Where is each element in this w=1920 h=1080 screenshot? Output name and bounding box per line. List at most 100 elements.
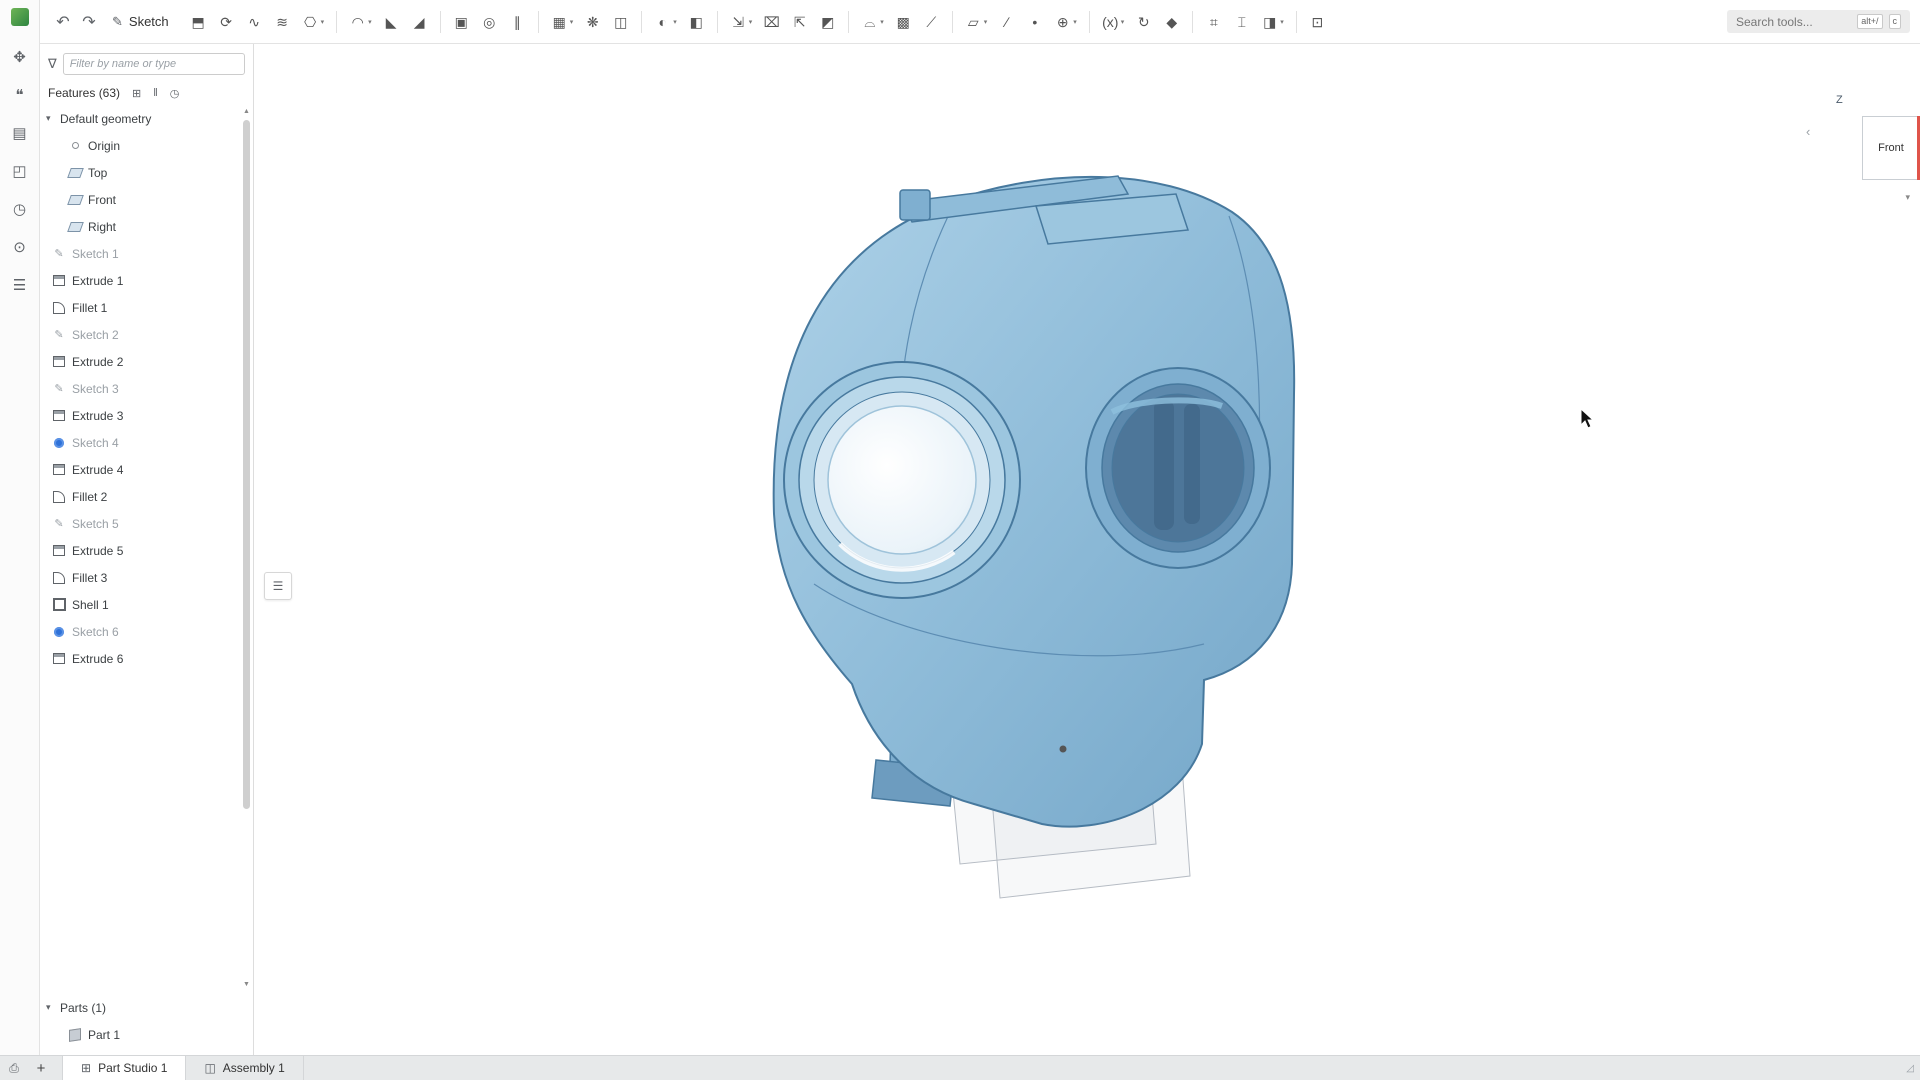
plane-icon[interactable]: ▱▾ — [960, 9, 993, 35]
tab-assembly-1[interactable]: ◫Assembly 1 — [186, 1056, 303, 1080]
rollback-icon[interactable]: ◷ — [170, 87, 180, 100]
model-right-opening[interactable] — [1086, 368, 1270, 568]
chevron-down-icon[interactable]: ▾ — [1280, 18, 1284, 26]
chevron-down-icon[interactable]: ▾ — [984, 18, 988, 26]
rib-icon[interactable]: ∥ — [504, 9, 531, 35]
feature-tree-item[interactable]: Origin — [40, 132, 253, 159]
graphics-viewport[interactable]: ☰ Z ‹ Front ▾ — [254, 44, 1920, 1056]
transform-icon[interactable]: ⇲▾ — [725, 9, 758, 35]
scrollbar-thumb[interactable] — [243, 120, 250, 809]
scroll-down-icon[interactable]: ▼ — [241, 980, 252, 990]
view-cube-menu-icon[interactable]: ▾ — [1905, 192, 1910, 203]
feature-tree-item[interactable]: Fillet 2 — [40, 483, 253, 510]
part-model-3d[interactable] — [254, 44, 1920, 1054]
model-left-lens[interactable] — [784, 362, 1020, 598]
feature-tree-item[interactable]: Fillet 3 — [40, 564, 253, 591]
chevron-down-icon[interactable]: ▾ — [1073, 18, 1077, 26]
scroll-up-icon[interactable]: ▲ — [241, 107, 252, 117]
feature-tree-item[interactable]: Top — [40, 159, 253, 186]
feature-tree-item[interactable]: Extrude 6 — [40, 645, 253, 672]
chamfer-icon[interactable]: ◣ — [378, 9, 405, 35]
feature-tree-item[interactable]: ▾Default geometry — [40, 105, 253, 132]
feature-tree-item[interactable]: Sketch 3 — [40, 375, 253, 402]
extrude-icon[interactable]: ⬒ — [185, 9, 212, 35]
chevron-down-icon[interactable]: ▾ — [880, 18, 884, 26]
redo-button[interactable]: ↷ — [76, 8, 102, 36]
feature-tree-item[interactable]: Sketch 5 — [40, 510, 253, 537]
shell-icon[interactable]: ▣ — [448, 9, 475, 35]
feature-list-flyout-button[interactable]: ☰ — [264, 572, 292, 600]
tab-part-studio-1[interactable]: ⊞Part Studio 1 — [62, 1056, 186, 1080]
chevron-down-icon[interactable]: ▾ — [749, 18, 753, 26]
feature-tree-item[interactable]: Sketch 4 — [40, 429, 253, 456]
feature-filter-input[interactable] — [63, 53, 245, 75]
move-face-icon[interactable]: ⇱ — [786, 9, 813, 35]
view-cube-rotate-arrow-icon[interactable]: ‹ — [1806, 124, 1810, 139]
mirror-icon[interactable]: ◫ — [607, 9, 634, 35]
parts-icon[interactable]: ◰ — [9, 160, 31, 182]
chevron-down-icon[interactable]: ▾ — [368, 18, 372, 26]
feature-tree-item[interactable]: Sketch 2 — [40, 321, 253, 348]
draft-icon[interactable]: ◢ — [406, 9, 433, 35]
move-icon[interactable]: ✥ — [9, 46, 31, 68]
revolve-icon[interactable]: ⟳ — [213, 9, 240, 35]
thicken-icon[interactable]: ⎔▾ — [297, 9, 330, 35]
feature-tree-item[interactable]: Shell 1 — [40, 591, 253, 618]
feature-tree-item[interactable]: Front — [40, 186, 253, 213]
versions-icon[interactable]: ◷ — [9, 198, 31, 220]
add-tab-button[interactable]: + — [28, 1056, 54, 1080]
search-tools-input[interactable]: Search tools... alt+/ c — [1727, 10, 1910, 33]
chevron-down-icon[interactable]: ▾ — [570, 18, 574, 26]
chevron-down-icon[interactable]: ▾ — [321, 18, 325, 26]
feature-tree-item[interactable]: Fillet 1 — [40, 294, 253, 321]
appearance-icon[interactable]: ◨▾ — [1256, 9, 1289, 35]
hole-icon[interactable]: ◎ — [476, 9, 503, 35]
chevron-down-icon[interactable]: ▾ — [46, 1002, 60, 1013]
axis-icon[interactable]: ∕ — [993, 9, 1020, 35]
frame-icon[interactable]: ⌶ — [1228, 9, 1255, 35]
part-row[interactable]: Part 1 — [40, 1021, 253, 1048]
feature-tree-item[interactable]: Extrude 4 — [40, 456, 253, 483]
variable-icon[interactable]: (x)▾ — [1097, 9, 1130, 35]
feature-tree-item[interactable]: Sketch 1 — [40, 240, 253, 267]
mate-connector-icon[interactable]: ⊕▾ — [1049, 9, 1082, 35]
tag-icon[interactable]: ◆ — [1158, 9, 1185, 35]
feature-tree-item[interactable]: Right — [40, 213, 253, 240]
circular-pattern-icon[interactable]: ❋ — [579, 9, 606, 35]
sheet-metal-icon[interactable]: ⌗ — [1200, 9, 1227, 35]
comments-icon[interactable]: ❝ — [9, 84, 31, 106]
view-cube[interactable]: Z ‹ Front ▾ — [1800, 72, 1920, 242]
ruled-surface-icon[interactable]: ⟋ — [918, 9, 945, 35]
feature-tree-scrollbar[interactable]: ▲ ▼ — [241, 107, 252, 990]
fillet-icon[interactable]: ◠▾ — [344, 9, 377, 35]
feature-tree-item[interactable]: Sketch 6 — [40, 618, 253, 645]
feature-tree-item[interactable]: Extrude 2 — [40, 348, 253, 375]
split-icon[interactable]: ◧ — [683, 9, 710, 35]
linear-pattern-icon[interactable]: ▦▾ — [546, 9, 579, 35]
parts-group-row[interactable]: ▾ Parts (1) — [40, 994, 253, 1021]
offset-surface-icon[interactable]: ⌓▾ — [856, 9, 889, 35]
resize-grip-icon[interactable]: ◿ — [1906, 1056, 1920, 1080]
origin-point[interactable] — [1060, 746, 1067, 753]
view-cube-front-face[interactable]: Front — [1862, 116, 1920, 180]
feature-tree-item[interactable]: Extrude 1 — [40, 267, 253, 294]
filter-funnel-icon[interactable]: ∇ — [48, 56, 57, 72]
insert-folder-icon[interactable]: ⊞ — [132, 87, 141, 100]
suppress-icon[interactable]: ‖ — [153, 87, 158, 100]
delete-face-icon[interactable]: ⌧ — [758, 9, 785, 35]
app-logo-icon[interactable] — [11, 8, 29, 26]
fill-icon[interactable]: ▩ — [890, 9, 917, 35]
loft-icon[interactable]: ≋ — [269, 9, 296, 35]
feature-list-icon[interactable]: ☰ — [9, 274, 31, 296]
replace-face-icon[interactable]: ◩ — [814, 9, 841, 35]
customize-toolbar-icon[interactable]: ⊡ — [1304, 9, 1331, 35]
feature-tree-item[interactable]: Extrude 5 — [40, 537, 253, 564]
chevron-down-icon[interactable]: ▾ — [673, 18, 677, 26]
chevron-down-icon[interactable]: ▾ — [1121, 18, 1125, 26]
feature-tree-item[interactable]: Extrude 3 — [40, 402, 253, 429]
point-icon[interactable]: • — [1021, 9, 1048, 35]
boolean-icon[interactable]: ◐▾ — [649, 9, 682, 35]
sweep-icon[interactable]: ∿ — [241, 9, 268, 35]
undo-button[interactable]: ↶ — [50, 8, 76, 36]
chevron-down-icon[interactable]: ▾ — [46, 113, 60, 124]
